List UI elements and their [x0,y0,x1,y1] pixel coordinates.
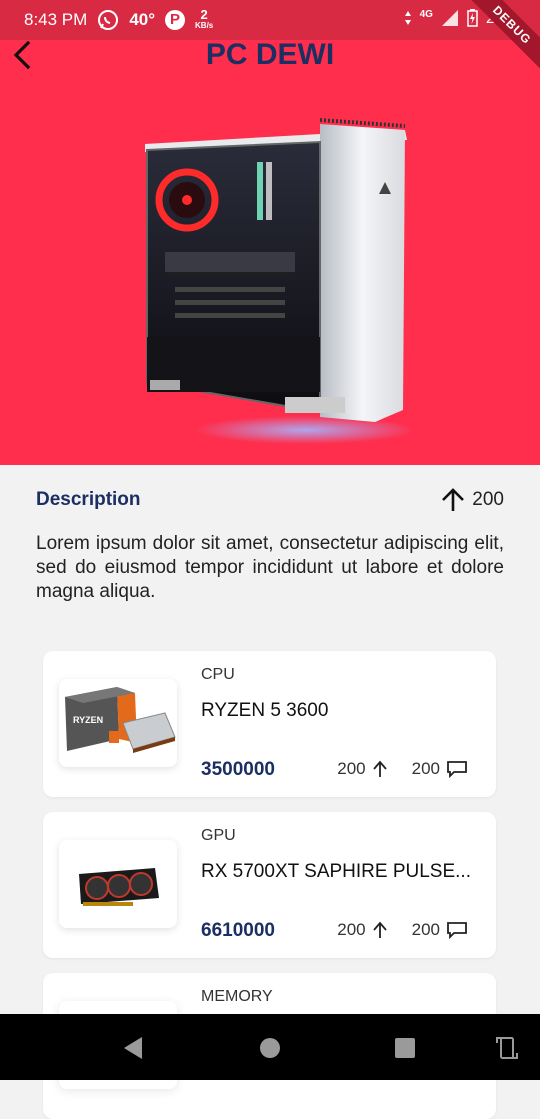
description-header: Description 200 [36,486,504,514]
comment-icon[interactable] [446,760,468,778]
component-category: MEMORY [201,988,273,1005]
triangle-back-icon[interactable] [120,1035,146,1061]
rotate-icon[interactable] [494,1035,520,1061]
upvote-count: 200 [337,920,366,939]
description-heading: Description [36,489,141,510]
component-thumbnail: RYZEN [59,679,177,767]
build-upvote-count: 200 [472,489,504,510]
component-card-cpu[interactable]: RYZEN CPU RYZEN 5 3600 3500000 200 200 [43,651,496,797]
navigation-bar [0,1014,540,1080]
arrow-up-icon[interactable] [372,760,388,778]
arrow-up-icon[interactable] [372,921,388,939]
description-text: Lorem ipsum dolor sit amet, consectetur … [36,533,504,602]
component-name: RYZEN 5 3600 [201,700,329,721]
component-price: 3500000 [201,759,275,780]
status-time: 8:43 PM [24,10,88,29]
data-arrows-icon [404,11,411,25]
upvote-count: 200 [337,759,366,778]
network-type: 4G [419,8,433,20]
comment-icon[interactable] [446,921,468,939]
svg-text:RYZEN: RYZEN [73,715,103,725]
component-card-gpu[interactable]: GPU RX 5700XT SAPHIRE PULSE... 6610000 2… [43,812,496,958]
component-category: GPU [201,827,236,844]
pc-case-image [145,118,410,444]
status-temperature: 40° [129,10,156,29]
hero-banner: 8:43 PM 40° P 2 KB/s 4G DEBUG PC DEWI [0,0,540,465]
component-stats: 200 200 [337,759,468,779]
component-name: RX 5700XT SAPHIRE PULSE... [201,861,471,882]
component-stats: 200 200 [337,920,468,940]
app-p-icon: P [165,10,186,30]
circle-home-icon[interactable] [257,1035,283,1061]
gpu-image [79,868,159,906]
comment-count: 200 [411,759,440,778]
component-price: 6610000 [201,920,275,941]
speed-value: 2 [200,7,208,22]
comment-count: 200 [411,920,440,939]
component-thumbnail [59,840,177,928]
network-speed: 2 KB/s [195,7,214,31]
component-category: CPU [201,666,235,683]
whatsapp-icon [98,10,119,30]
ryzen-cpu-image: RYZEN [65,687,176,753]
speed-unit: KB/s [195,21,214,30]
page-title: PC DEWI [205,38,335,71]
build-upvote-button[interactable]: 200 [440,487,504,513]
signal-icon [441,10,458,26]
arrow-up-icon [442,488,465,511]
status-bar: 8:43 PM 40° P 2 KB/s 4G DEBUG [0,0,540,76]
square-recents-icon[interactable] [392,1035,418,1061]
battery-charging-icon [467,9,478,27]
